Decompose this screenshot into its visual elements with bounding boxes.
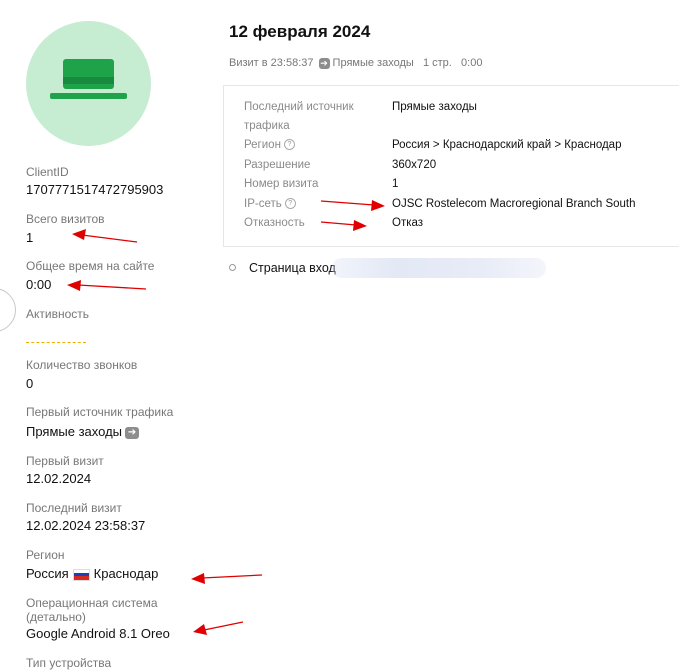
last-source-key-line2: трафика xyxy=(244,120,290,132)
region-key: Регион? xyxy=(244,136,295,156)
calls-label: Количество звонков xyxy=(26,358,138,372)
visit-summary: Визит в 23:58:37 ➔ Прямые заходы 1 стр. 0… xyxy=(229,57,482,69)
blurred-entry-url[interactable] xyxy=(332,258,546,278)
hat-icon xyxy=(50,59,127,99)
bounce-value: Отказ xyxy=(392,217,424,229)
annotation-arrow-os xyxy=(193,621,244,635)
region-value: Россия Краснодар xyxy=(26,566,158,582)
first-source-value: Прямые заходы ➔ xyxy=(26,424,140,440)
entry-page-label: Страница вход xyxy=(249,261,336,275)
total-visits-label: Всего визитов xyxy=(26,212,105,226)
device-type-label: Тип устройства xyxy=(26,656,112,670)
last-source-value: Прямые заходы xyxy=(392,101,477,113)
first-visit-label: Первый визит xyxy=(26,454,104,468)
last-visit-label: Последний визит xyxy=(26,501,122,515)
clientid-value: 1707771517472795903 xyxy=(26,182,164,197)
russia-flag-icon xyxy=(72,568,90,581)
visit-date-title: 12 февраля 2024 xyxy=(229,22,371,41)
visit-number-value: 1 xyxy=(392,178,399,190)
first-source-text: Прямые заходы xyxy=(26,424,123,439)
annotation-arrow-total-visits xyxy=(72,229,138,243)
total-visits-value: 1 xyxy=(26,230,34,245)
resolution-key: Разрешение xyxy=(244,159,311,171)
visit-time: Визит в 23:58:37 xyxy=(229,57,314,69)
bounce-key: Отказность xyxy=(244,217,305,229)
scroll-handle[interactable] xyxy=(0,288,16,332)
annotation-arrow-total-time xyxy=(67,280,147,291)
ip-network-key: IP-сеть? xyxy=(244,195,296,215)
activity-label: Активность xyxy=(26,307,90,321)
total-time-label: Общее время на сайте xyxy=(26,259,155,273)
visit-number-key: Номер визита xyxy=(244,178,319,190)
page-bullet-icon xyxy=(229,264,236,271)
ip-network-value: OJSC Rostelecom Macroregional Branch Sou… xyxy=(392,198,636,210)
region-country: Россия xyxy=(26,566,69,581)
region-detail-value: Россия > Краснодарский край > Краснодар xyxy=(392,139,622,151)
visit-duration: 0:00 xyxy=(461,57,483,69)
os-label-line2: (детально) xyxy=(26,610,86,624)
os-value: Google Android 8.1 Oreo xyxy=(26,626,170,641)
help-icon[interactable]: ? xyxy=(283,139,295,151)
direct-arrow-icon: ➔ xyxy=(318,57,330,69)
total-time-value: 0:00 xyxy=(26,277,52,292)
first-visit-value: 12.02.2024 xyxy=(26,471,92,486)
region-city: Краснодар xyxy=(93,566,159,581)
visit-source: Прямые заходы xyxy=(332,57,414,69)
calls-value: 0 xyxy=(26,376,34,391)
last-source-key-line1: Последний источник xyxy=(244,101,354,113)
region-key-text: Регион xyxy=(244,139,281,151)
resolution-value: 360x720 xyxy=(392,159,437,171)
region-label: Регион xyxy=(26,548,65,562)
activity-indicator xyxy=(26,342,86,343)
last-visit-value: 12.02.2024 23:58:37 xyxy=(26,518,146,533)
ip-network-key-text: IP-сеть xyxy=(244,198,282,210)
first-source-label: Первый источник трафика xyxy=(26,405,174,419)
visit-pages: 1 стр. xyxy=(422,57,452,69)
os-label-line1: Операционная система xyxy=(26,596,158,610)
direct-arrow-icon: ➔ xyxy=(125,426,140,439)
annotation-arrow-region xyxy=(191,573,263,584)
avatar xyxy=(26,21,151,146)
clientid-label: ClientID xyxy=(26,165,69,179)
visit-details-card: Последний источник трафика Прямые заходы… xyxy=(223,85,679,247)
help-icon[interactable]: ? xyxy=(284,198,296,210)
